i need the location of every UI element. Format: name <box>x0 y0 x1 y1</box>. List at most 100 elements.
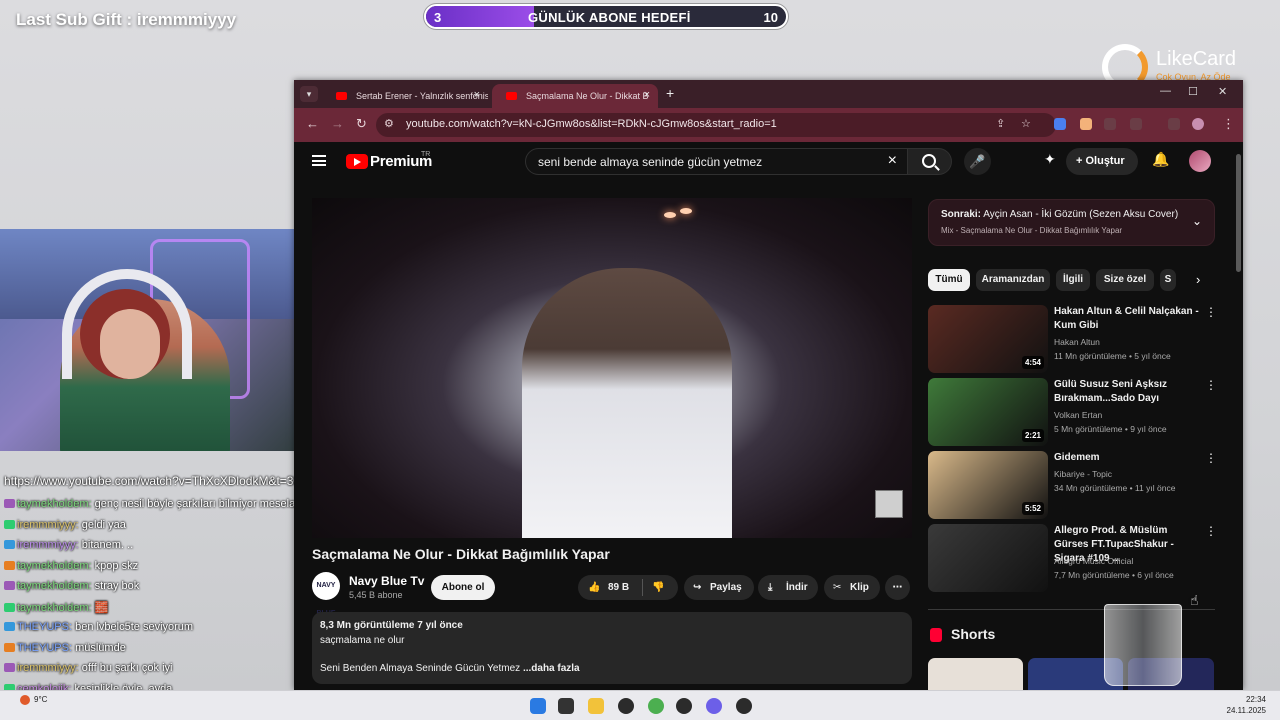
clear-search-icon[interactable]: × <box>888 152 897 170</box>
channel-name[interactable]: Navy Blue Tv <box>349 574 424 588</box>
youtube-logo-icon[interactable] <box>346 154 368 169</box>
chip-related[interactable]: İlgili <box>1056 269 1090 291</box>
recommendation-title[interactable]: Gidemem <box>1054 451 1204 465</box>
recommendation-channel[interactable]: Hakan Altun <box>1054 337 1100 347</box>
recommendation-channel[interactable]: Allegro Music Official <box>1054 556 1133 566</box>
close-tab-icon[interactable]: × <box>474 89 480 101</box>
subscribe-button[interactable]: Abone ol <box>431 575 495 600</box>
more-options-icon[interactable]: ⋮ <box>1205 451 1217 465</box>
more-options-icon[interactable]: ⋮ <box>1205 305 1217 319</box>
youtube-favicon-icon <box>336 92 347 100</box>
show-more-link[interactable]: ...daha fazla <box>523 663 580 674</box>
voice-search-icon[interactable]: 🎤 <box>964 148 991 175</box>
chip-more[interactable]: S <box>1160 269 1176 291</box>
account-avatar[interactable] <box>1189 150 1211 172</box>
app-icon[interactable] <box>676 698 692 714</box>
chip-from-search[interactable]: Aramanızdan <box>976 269 1050 291</box>
site-info-icon[interactable]: ⚙ <box>384 117 394 130</box>
back-icon[interactable]: ← <box>306 116 319 131</box>
search-button[interactable] <box>908 148 952 175</box>
recommendation-thumbnail[interactable]: 2:21 <box>928 378 1048 446</box>
recommendation-title[interactable]: Hakan Altun & Celil Nalçakan - Kum Gibi <box>1054 305 1204 333</box>
chat-text: kpop skz <box>94 559 139 572</box>
search-input[interactable]: seni bende almaya seninde gücün yetmez × <box>525 148 908 175</box>
more-actions-icon[interactable]: ⋯ <box>885 575 910 600</box>
clip-button[interactable]: ✂ Klip <box>824 575 880 600</box>
recommendation-channel[interactable]: Volkan Ertan <box>1054 410 1102 420</box>
chevron-down-icon[interactable]: ⌄ <box>1192 214 1202 228</box>
reading-list-icon[interactable] <box>1168 118 1180 130</box>
recommendation-thumbnail[interactable]: 5:52 <box>928 451 1048 519</box>
recommendation-title[interactable]: Gülü Susuz Seni Aşksız Bırakmam...Sado D… <box>1054 378 1204 406</box>
weather-icon[interactable] <box>20 695 30 705</box>
translate-extension-icon[interactable] <box>1054 118 1066 130</box>
recommendation-item[interactable]: 4:54 Hakan Altun & Celil Nalçakan - Kum G… <box>928 305 1218 373</box>
chrome-icon[interactable] <box>648 698 664 714</box>
chip-for-you[interactable]: Size özel <box>1096 269 1154 291</box>
menu-icon[interactable] <box>312 155 326 166</box>
chevron-right-icon[interactable]: › <box>1196 272 1200 287</box>
premium-features-icon[interactable]: ✦ <box>1044 151 1056 168</box>
profile-icon[interactable] <box>1192 118 1204 130</box>
obs-icon[interactable] <box>618 698 634 714</box>
extension-icon[interactable] <box>1104 118 1116 130</box>
tab-sacmalama[interactable]: Saçmalama Ne Olur - Dikkat B × <box>492 84 658 108</box>
channel-avatar[interactable]: NAVY BLUE <box>312 572 340 617</box>
install-icon[interactable]: ⇪ <box>996 117 1005 130</box>
start-menu-icon[interactable] <box>530 698 546 714</box>
recommendation-item[interactable]: 5:52 Gidemem Kibariye - Topic 34 Mn görüntü… <box>928 451 1218 519</box>
up-next-title: Sonraki: Ayçin Asan - İki Gözüm (Sezen A… <box>941 209 1179 220</box>
dislike-icon[interactable]: 👎 <box>652 575 664 600</box>
like-icon[interactable]: 👍 <box>588 575 600 600</box>
more-options-icon[interactable]: ⋮ <box>1205 378 1217 392</box>
chat-username[interactable]: iremmmiyyy: <box>17 662 79 674</box>
close-tab-icon[interactable]: × <box>644 89 650 101</box>
chip-all[interactable]: Tümü <box>928 269 970 291</box>
share-button[interactable]: ↪ Paylaş <box>684 575 754 600</box>
app-icon[interactable] <box>736 698 752 714</box>
recommendation-thumbnail[interactable] <box>928 524 1048 592</box>
minimize-icon[interactable]: — <box>1160 85 1171 97</box>
close-window-icon[interactable]: ✕ <box>1218 85 1227 98</box>
chat-username[interactable]: taymekholdem: <box>17 602 92 614</box>
discord-icon[interactable] <box>706 698 722 714</box>
bookmark-star-icon[interactable]: ☆ <box>1021 117 1031 130</box>
recommendation-channel[interactable]: Kibariye - Topic <box>1054 469 1112 479</box>
tab-sertab[interactable]: Sertab Erener - Yalnızlık senfonisi × <box>322 84 488 108</box>
recommendation-item[interactable]: Allegro Prod. & Müslüm Gürses FT.TupacSh… <box>928 524 1218 592</box>
scrollbar-thumb[interactable] <box>1236 154 1241 272</box>
extensions-puzzle-icon[interactable] <box>1130 118 1142 130</box>
like-count[interactable]: 89 B <box>608 575 629 600</box>
create-button[interactable]: + Oluştur <box>1066 148 1138 175</box>
more-options-icon[interactable]: ⋮ <box>1205 524 1217 538</box>
file-explorer-icon[interactable] <box>588 698 604 714</box>
sub-goal-bar: 3 GÜNLÜK ABONE HEDEFİ 10 <box>424 4 788 29</box>
chat-username[interactable]: THEYUPS: <box>17 621 72 633</box>
channel-subscribers: 5,45 B abone <box>349 590 403 600</box>
omnibox[interactable]: ⚙ youtube.com/watch?v=kN-cJGmw8os&list=R… <box>376 113 1056 137</box>
recommendation-thumbnail[interactable]: 4:54 <box>928 305 1048 373</box>
up-next-panel[interactable]: Sonraki: Ayçin Asan - İki Gözüm (Sezen A… <box>928 199 1215 246</box>
description-box[interactable]: 8,3 Mn görüntüleme 7 yıl önce saçmalama … <box>312 612 912 684</box>
extension-icon[interactable] <box>1080 118 1092 130</box>
chat-username[interactable]: taymekholdem: <box>17 560 92 572</box>
stage-light <box>680 208 692 214</box>
download-button[interactable]: ⤓ İndir <box>758 575 818 600</box>
new-tab-icon[interactable]: + <box>666 85 674 101</box>
page-scrollbar[interactable] <box>1234 142 1243 690</box>
maximize-icon[interactable]: ☐ <box>1188 85 1198 98</box>
chat-username[interactable]: taymekholdem: <box>17 498 92 510</box>
chat-username[interactable]: iremmmiyyy: <box>17 539 79 551</box>
chat-username[interactable]: taymekholdem: <box>17 580 92 592</box>
clock[interactable]: 22:34 24.11.2025 <box>1227 694 1266 716</box>
chat-username[interactable]: THEYUPS: <box>17 642 72 654</box>
recommendation-item[interactable]: 2:21 Gülü Susuz Seni Aşksız Bırakmam...Sa… <box>928 378 1218 446</box>
chat-username[interactable]: iremmmiyyy: <box>17 519 79 531</box>
browser-menu-icon[interactable]: ⋮ <box>1222 116 1235 132</box>
reload-icon[interactable]: ↻ <box>356 116 367 132</box>
forward-icon[interactable]: → <box>331 116 344 131</box>
video-player[interactable] <box>312 198 912 538</box>
task-view-icon[interactable] <box>558 698 574 714</box>
tab-search-dropdown-icon[interactable]: ▾ <box>300 86 318 102</box>
notifications-bell-icon[interactable]: 🔔 <box>1152 151 1169 168</box>
